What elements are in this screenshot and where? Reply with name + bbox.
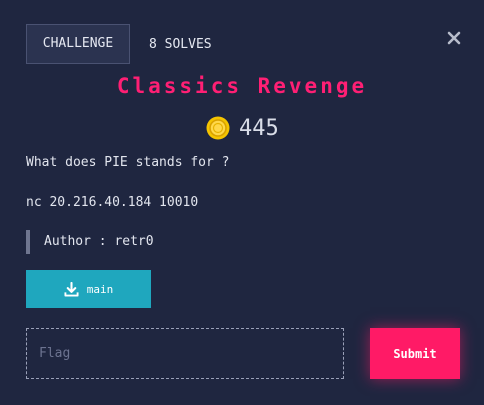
points-display: 445 bbox=[206, 113, 279, 143]
download-button[interactable]: main bbox=[26, 270, 151, 308]
flag-input[interactable] bbox=[26, 328, 344, 379]
points-value: 445 bbox=[239, 115, 279, 141]
connection-command: nc 20.216.40.184 10010 bbox=[26, 195, 199, 210]
close-icon[interactable] bbox=[444, 28, 464, 48]
coin-icon bbox=[206, 116, 230, 140]
challenge-title: Classics Revenge bbox=[116, 74, 368, 98]
author-quote: Author : retr0 bbox=[26, 230, 154, 254]
download-label: main bbox=[86, 282, 114, 296]
download-icon bbox=[64, 281, 79, 297]
submit-button[interactable]: Submit bbox=[370, 328, 460, 379]
tab-challenge[interactable]: CHALLENGE bbox=[26, 24, 130, 64]
tab-solves[interactable]: 8 SOLVES bbox=[149, 24, 212, 64]
challenge-modal: CHALLENGE 8 SOLVES Classics Revenge 445 … bbox=[0, 0, 484, 405]
challenge-description: What does PIE stands for ? bbox=[26, 155, 230, 170]
